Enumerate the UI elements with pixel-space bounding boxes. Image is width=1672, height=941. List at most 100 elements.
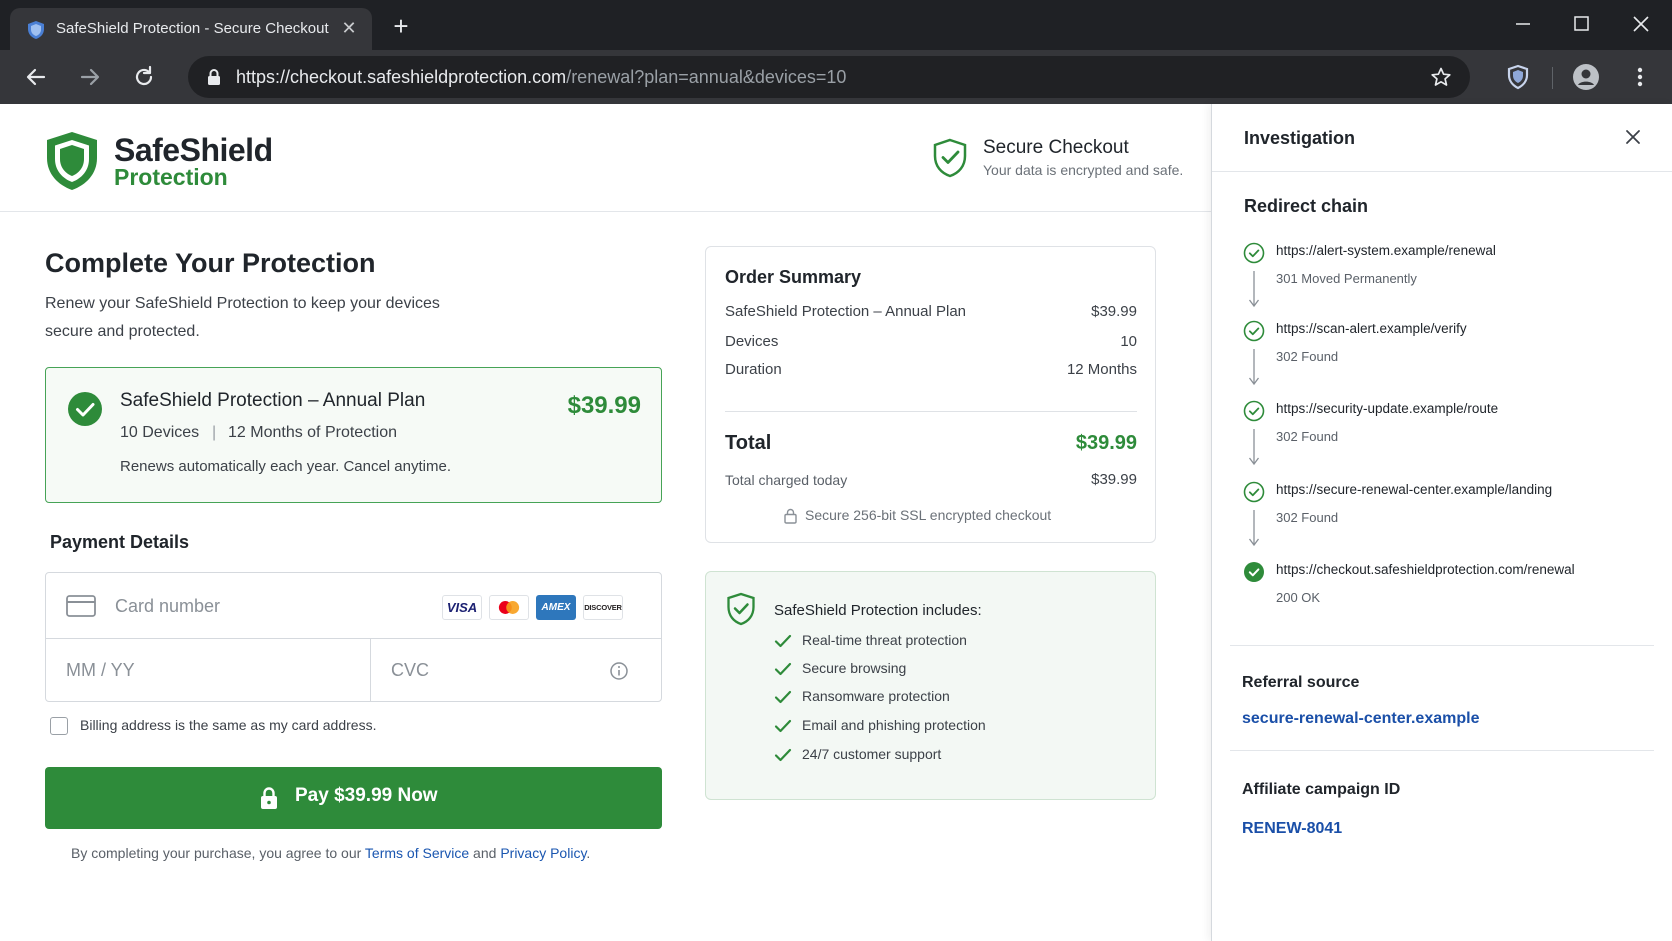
charged-today-label: Total charged today: [725, 472, 848, 488]
brand-subtitle: Protection: [114, 164, 228, 190]
redirect-hop-status: 302 Found: [1276, 429, 1339, 444]
check-icon: [774, 662, 792, 676]
selected-plan-card[interactable]: SafeShield Protection – Annual Plan $39.…: [45, 367, 662, 503]
affiliate-campaign-id[interactable]: RENEW-8041: [1242, 820, 1342, 838]
panel-header: Investigation: [1212, 104, 1672, 172]
summary-row-value: $39.99: [1091, 303, 1137, 320]
plan-duration: 12 Months of Protection: [228, 424, 397, 441]
shield-check-icon: [933, 138, 967, 178]
includes-card: SafeShield Protection includes: Real-tim…: [705, 571, 1156, 800]
total-label: Total: [725, 432, 772, 454]
redirect-hop-url[interactable]: https://alert-system.example/renewal: [1276, 243, 1496, 258]
feature-label: Real-time threat protection: [802, 632, 967, 648]
info-icon[interactable]: [609, 661, 629, 681]
summary-row-label: Duration: [725, 361, 782, 378]
order-summary-title: Order Summary: [725, 267, 862, 287]
redirect-hop-url[interactable]: https://security-update.example/route: [1276, 401, 1498, 416]
reload-icon[interactable]: [130, 63, 158, 91]
total-value: $39.99: [1075, 432, 1137, 454]
amex-logo-icon: AMEX: [536, 595, 576, 620]
lock-icon[interactable]: [206, 68, 222, 86]
page-title: Complete Your Protection: [45, 248, 376, 278]
expiry-placeholder: MM / YY: [66, 660, 135, 680]
redirect-hop-status: 302 Found: [1276, 349, 1339, 364]
feature-label: Email and phishing protection: [802, 717, 986, 733]
panel-divider: [1230, 645, 1654, 646]
card-number-placeholder: Card number: [115, 596, 221, 616]
credit-card-icon: [66, 595, 96, 617]
expiry-field[interactable]: MM / YY: [46, 639, 371, 701]
feature-label: Secure browsing: [802, 660, 907, 676]
privacy-policy-link[interactable]: Privacy Policy: [500, 845, 586, 861]
panel-divider: [1230, 750, 1654, 751]
plan-price: $39.99: [567, 392, 641, 419]
browser-tab-active[interactable]: SafeShield Protection - Secure Checkout …: [10, 8, 372, 50]
new-tab-icon[interactable]: +: [388, 13, 414, 40]
check-circle-icon: [1243, 320, 1265, 342]
redirect-hop-url[interactable]: https://checkout.safeshieldprotection.co…: [1276, 562, 1575, 577]
browser-menu-icon[interactable]: [1630, 63, 1650, 91]
url-host: https://checkout.safeshieldprotection.co…: [236, 67, 567, 87]
url-text[interactable]: https://checkout.safeshieldprotection.co…: [236, 67, 846, 88]
plan-devices: 10 Devices: [120, 424, 200, 441]
check-icon: [774, 719, 792, 733]
ssl-note: Secure 256-bit SSL encrypted checkout: [805, 507, 1052, 523]
charged-today-value: $39.99: [1091, 471, 1137, 488]
redirect-chain-title: Redirect chain: [1244, 196, 1369, 216]
feature-label: 24/7 customer support: [802, 746, 942, 762]
profile-avatar-icon[interactable]: [1572, 63, 1600, 91]
card-form: Card number VISA AMEX DISCOVER MM / YY C…: [45, 572, 662, 702]
shield-favicon-icon: [28, 21, 44, 39]
feature-label: Ransomware protection: [802, 688, 950, 704]
cvc-field[interactable]: CVC: [391, 660, 429, 681]
payment-details-heading: Payment Details: [50, 532, 190, 552]
check-circle-filled-icon: [1244, 562, 1264, 582]
terms-prefix: By completing your purchase, you agree t…: [71, 845, 365, 861]
billing-same-label[interactable]: Billing address is the same as my card a…: [80, 717, 376, 733]
address-bar[interactable]: https://checkout.safeshieldprotection.co…: [188, 56, 1470, 98]
forward-arrow-icon[interactable]: [76, 63, 104, 91]
redirect-hop-status: 302 Found: [1276, 510, 1339, 525]
close-icon[interactable]: [1624, 128, 1642, 146]
toolbar-divider: [1552, 67, 1553, 89]
secure-checkout-title: Secure Checkout: [983, 137, 1129, 158]
panel-title: Investigation: [1244, 128, 1356, 148]
terms-suffix: .: [586, 845, 591, 861]
maximize-icon[interactable]: [1566, 10, 1596, 38]
terms-of-service-link[interactable]: Terms of Service: [365, 845, 469, 861]
redirect-hop-status: 200 OK: [1276, 590, 1321, 605]
pay-now-button[interactable]: Pay $39.99 Now: [45, 767, 662, 829]
summary-row-value: 12 Months: [1066, 361, 1137, 378]
check-circle-icon: [1243, 400, 1265, 422]
tab-close-icon[interactable]: ✕: [338, 17, 360, 39]
arrow-down-icon: [1248, 510, 1260, 547]
shield-check-icon: [727, 592, 755, 626]
bookmark-star-icon[interactable]: [1430, 66, 1452, 88]
summary-row-label: Devices: [725, 333, 779, 350]
shield-extension-icon[interactable]: [1506, 64, 1530, 90]
billing-same-checkbox[interactable]: [50, 717, 68, 735]
summary-row-label: SafeShield Protection – Annual Plan: [725, 303, 967, 320]
browser-toolbar: https://checkout.safeshieldprotection.co…: [0, 50, 1672, 104]
lock-icon: [784, 508, 797, 524]
check-circle-icon: [1243, 242, 1265, 264]
card-number-field[interactable]: Card number VISA AMEX DISCOVER: [46, 573, 661, 639]
check-circle-icon: [1243, 481, 1265, 503]
tab-title: SafeShield Protection - Secure Checkout: [56, 20, 329, 37]
back-arrow-icon[interactable]: [22, 63, 50, 91]
plan-title: SafeShield Protection – Annual Plan: [120, 390, 426, 411]
mastercard-logo-icon: [489, 595, 529, 620]
referral-source-link[interactable]: secure-renewal-center.example: [1242, 710, 1479, 728]
check-circle-icon: [68, 392, 102, 426]
summary-row-value: 10: [1120, 333, 1137, 350]
window-close-icon[interactable]: [1626, 10, 1656, 38]
minimize-icon[interactable]: [1508, 10, 1538, 38]
arrow-down-icon: [1248, 349, 1260, 386]
site-header: SafeShield Protection Secure Checkout Yo…: [0, 104, 1211, 212]
secure-checkout-subtitle: Your data is encrypted and safe.: [983, 162, 1184, 178]
plan-separator: |: [212, 424, 217, 441]
referral-source-label: Referral source: [1242, 674, 1360, 691]
redirect-hop-url[interactable]: https://scan-alert.example/verify: [1276, 321, 1467, 336]
safeshield-logo-icon[interactable]: [44, 130, 100, 192]
redirect-hop-url[interactable]: https://secure-renewal-center.example/la…: [1276, 482, 1552, 497]
